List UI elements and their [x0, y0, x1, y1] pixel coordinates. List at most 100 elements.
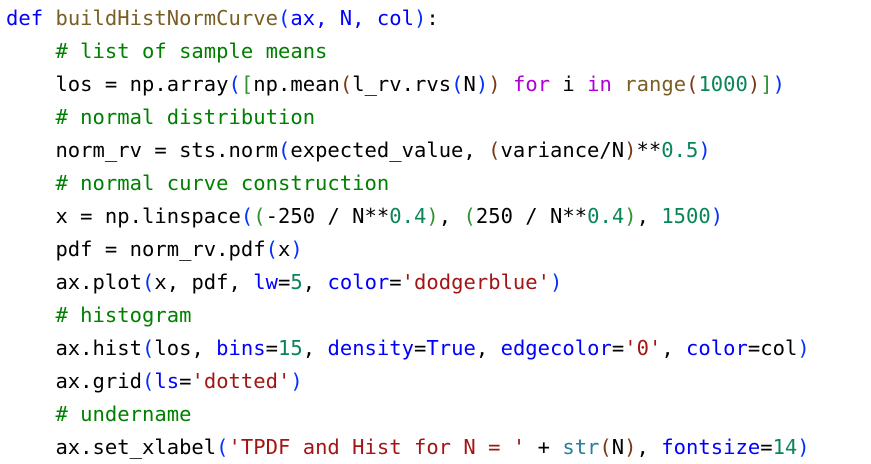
code-token-default: -250 / N** [265, 204, 390, 228]
code-token-bracket-level1: ( [451, 72, 464, 96]
code-token-default: , [636, 204, 662, 228]
code-line[interactable]: ax.set_xlabel ( 'TPDF and Hist for N = ' +… [6, 431, 810, 464]
code-token-number: 1000 [698, 72, 748, 96]
code-token-default: , [636, 435, 662, 459]
code-token-bracket-level1: ) [550, 270, 563, 294]
code-token-comment: # normal curve construction [6, 171, 390, 195]
code-token-bracket-level1: ) [797, 435, 810, 459]
code-token-bracket-level3: ) [624, 435, 637, 459]
code-token-default: + [525, 435, 563, 459]
code-token-bracket-level3: ( [599, 435, 612, 459]
code-token-default: = [611, 336, 625, 360]
code-token-default: 250 / N** [475, 204, 588, 228]
code-token-bracket-level1: ) [710, 204, 724, 228]
code-token-bracket-level1: ( [265, 237, 278, 261]
code-line[interactable]: # normal distribution [6, 101, 315, 134]
code-token-function: range [624, 72, 687, 96]
code-token-default: ** [636, 138, 662, 162]
code-token-string: 'dodgerblue' [401, 270, 551, 294]
code-line[interactable]: # undername [6, 398, 191, 431]
code-editor[interactable]: def buildHistNormCurve(ax, N, col): # li… [0, 0, 871, 460]
code-token-default: x, pdf, [154, 270, 254, 294]
code-token-default: = [414, 336, 427, 360]
code-token-default: , [661, 336, 687, 360]
code-token-builtin: str [562, 435, 600, 459]
code-token-bracket-level1: ) [475, 72, 489, 96]
code-token-bracket-level3: ) [747, 72, 761, 96]
code-line[interactable]: x = np.linspace((-250 / N**0.4), (250 / … [6, 200, 723, 233]
code-token-default: x [277, 237, 291, 261]
code-token-bracket-level2: ) [624, 204, 637, 228]
code-token-keyword: color [327, 270, 390, 294]
code-token-bracket-level1: ( [141, 270, 155, 294]
code-token-keyword: ls [154, 369, 180, 393]
code-line[interactable]: # histogram [6, 299, 191, 332]
code-token-bracket-level1: ( [240, 204, 254, 228]
code-line[interactable]: # normal curve construction [6, 167, 389, 200]
code-token-bracket-level2: ] [760, 72, 773, 96]
code-token-comment: # undername [6, 402, 192, 426]
code-token-default: : [426, 6, 439, 30]
code-token-number: 0.4 [389, 204, 427, 228]
code-token-bracket-level1: ) [698, 138, 711, 162]
code-token-bracket-level1: ( [277, 6, 291, 30]
code-token-default: = [760, 435, 773, 459]
code-token-bracket-level1: ( [228, 72, 241, 96]
code-line[interactable]: norm_rv = sts.norm(expected_value, (vari… [6, 134, 711, 167]
code-token-keyword: bins [216, 336, 266, 360]
code-token-default: norm_rv = sts.norm [6, 138, 278, 162]
code-token-bracket-level1: ) [290, 369, 303, 393]
code-token-bracket-level1: ) [413, 6, 427, 30]
code-token-default: variance/N [500, 138, 625, 162]
code-line[interactable]: pdf = norm_rv.pdf(x) [6, 233, 303, 266]
code-token-keyword: density [327, 336, 415, 360]
code-token-default: =col [747, 336, 798, 360]
code-token-bracket-level2: [ [240, 72, 254, 96]
code-token-control: for [500, 72, 563, 96]
code-token-default: l_rv.rvs [352, 72, 452, 96]
code-token-keyword: lw [253, 270, 278, 294]
code-token-bracket-level2: ) [426, 204, 439, 228]
code-line[interactable]: ax.hist(los, bins=15, density=True, edge… [6, 332, 810, 365]
code-token-default: = [265, 336, 278, 360]
code-token-keyword: def [6, 6, 56, 30]
code-token-default: ax.grid [6, 369, 142, 393]
code-token-function: buildHistNormCurve [55, 6, 278, 30]
code-token-keyword: True [426, 336, 476, 360]
code-token-default: los = np.array [6, 72, 229, 96]
code-token-bracket-level1: ) [290, 237, 303, 261]
code-token-default: ax.set_xlabel [6, 435, 217, 459]
code-line[interactable]: def buildHistNormCurve(ax, N, col): [6, 2, 439, 35]
code-token-default: pdf = norm_rv.pdf [6, 237, 266, 261]
code-token-default: np.mean [253, 72, 340, 96]
code-token-default: , [475, 336, 501, 360]
code-token-comment: # normal distribution [6, 105, 316, 129]
code-token-keyword: edgecolor [500, 336, 612, 360]
code-token-bracket-level3: ( [686, 72, 699, 96]
code-line[interactable]: los = np.array([np.mean(l_rv.rvs(N)) for… [6, 68, 785, 101]
code-token-default: los, [154, 336, 217, 360]
code-token-number: 5 [290, 270, 303, 294]
code-token-number: 14 [772, 435, 798, 459]
code-token-default: , [302, 270, 328, 294]
code-token-bracket-level1: ( [141, 369, 155, 393]
code-line[interactable]: # list of sample means [6, 35, 327, 68]
code-token-default: x = np.linspace [6, 204, 241, 228]
code-token-keyword: fontsize [661, 435, 761, 459]
code-token-string: '0' [624, 336, 662, 360]
code-line[interactable]: ax.grid(ls='dotted') [6, 365, 303, 398]
code-token-keyword: color [686, 336, 748, 360]
code-token-default: N [611, 435, 625, 459]
code-token-default: N [463, 72, 476, 96]
code-token-control: in [587, 72, 625, 96]
code-token-string: 'TPDF and Hist for N = ' [228, 435, 526, 459]
code-line[interactable]: ax.plot(x, pdf, lw=5, color='dodgerblue'… [6, 266, 562, 299]
code-token-default: ax.plot [6, 270, 142, 294]
code-token-default: , [302, 336, 328, 360]
code-token-number: 1500 [661, 204, 711, 228]
code-token-number: 0.5 [661, 138, 699, 162]
code-token-default: = [278, 270, 291, 294]
code-token-number: 0.4 [587, 204, 625, 228]
code-token-comment: # list of sample means [6, 39, 328, 63]
code-token-keyword: ax, N, col [290, 6, 414, 30]
